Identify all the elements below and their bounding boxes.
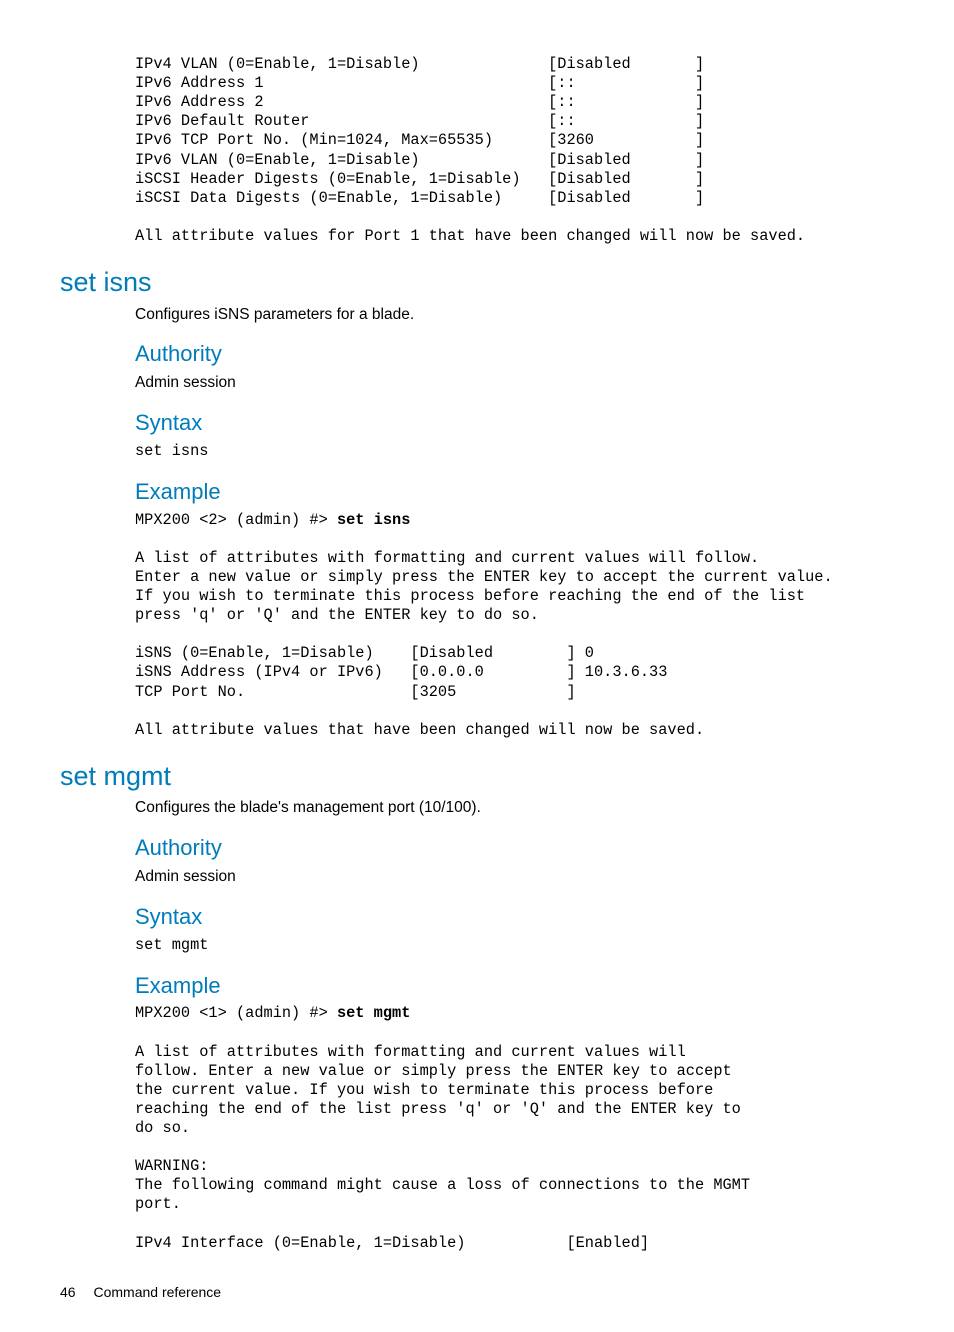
example-command-1: set isns <box>337 511 410 529</box>
subhead-authority-2: Authority <box>135 833 894 863</box>
footer-section: Command reference <box>93 1284 221 1300</box>
footer-page-number: 46 <box>60 1283 76 1302</box>
syntax-body-2: set mgmt <box>135 936 894 955</box>
subhead-authority-1: Authority <box>135 339 894 369</box>
subhead-example-1: Example <box>135 477 894 507</box>
authority-body-2: Admin session <box>135 867 894 888</box>
example-body-2: A list of attributes with formatting and… <box>135 1043 750 1252</box>
example-prompt-2: MPX200 <1> (admin) #> <box>135 1004 337 1022</box>
example-block-1: MPX200 <2> (admin) #> set isns A list of… <box>135 511 894 740</box>
example-block-2: MPX200 <1> (admin) #> set mgmt A list of… <box>135 1004 894 1252</box>
desc-set-isns: Configures iSNS parameters for a blade. <box>135 305 894 326</box>
subhead-syntax-1: Syntax <box>135 408 894 438</box>
desc-set-mgmt: Configures the blade's management port (… <box>135 798 894 819</box>
subhead-syntax-2: Syntax <box>135 902 894 932</box>
authority-body-1: Admin session <box>135 373 894 394</box>
example-prompt-1: MPX200 <2> (admin) #> <box>135 511 337 529</box>
example-body-1: A list of attributes with formatting and… <box>135 549 833 739</box>
example-command-2: set mgmt <box>337 1004 410 1022</box>
subhead-example-2: Example <box>135 971 894 1001</box>
leadin-code-block: IPv4 VLAN (0=Enable, 1=Disable) [Disable… <box>135 55 894 246</box>
page-footer: 46 Command reference <box>60 1283 894 1302</box>
heading-set-mgmt: set mgmt <box>60 758 894 794</box>
syntax-body-1: set isns <box>135 442 894 461</box>
heading-set-isns: set isns <box>60 264 894 300</box>
